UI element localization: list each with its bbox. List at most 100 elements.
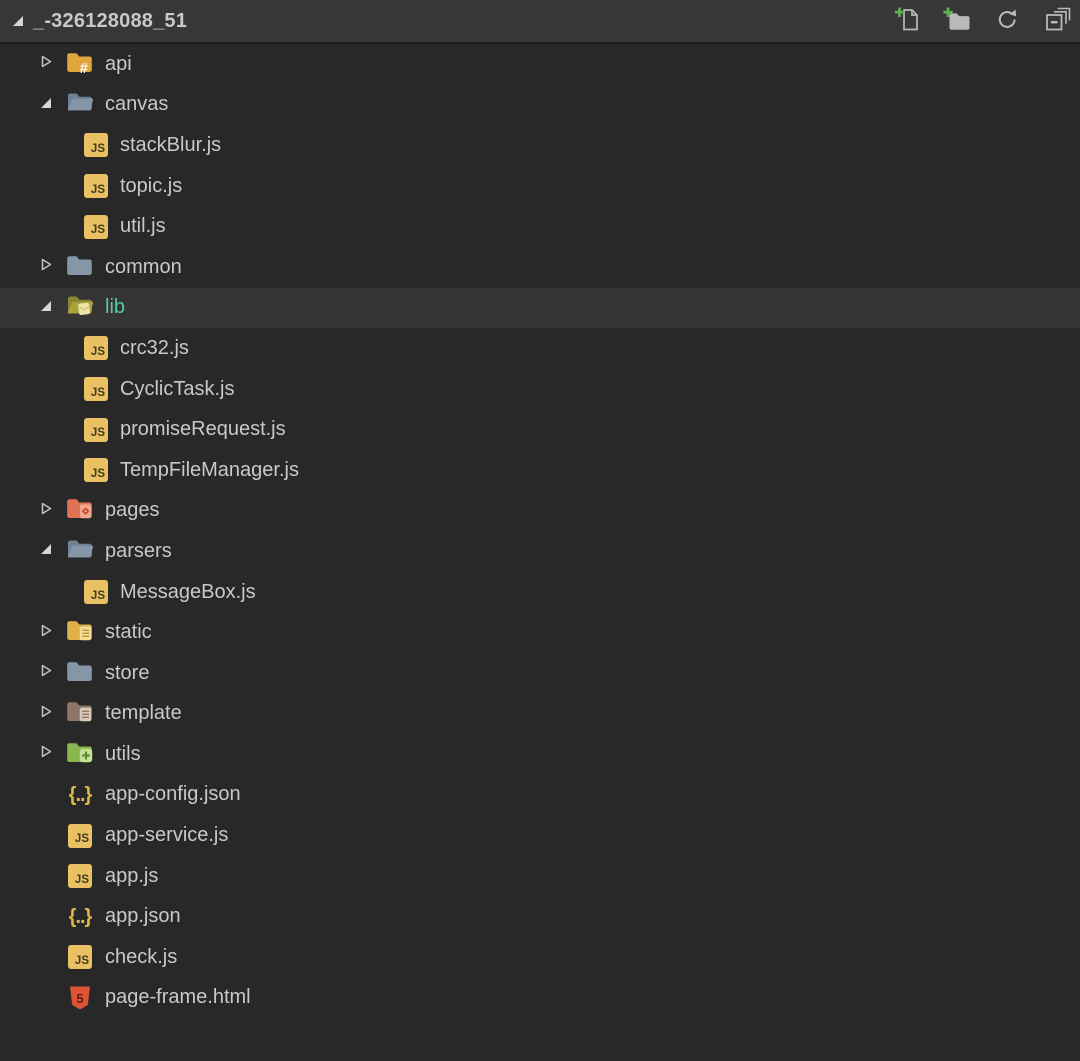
tree-item-app-js[interactable]: JS app.js — [0, 856, 1080, 897]
root-disclosure-expanded-icon[interactable] — [12, 15, 24, 27]
tree-item-label: parsers — [105, 540, 172, 563]
disclosure-collapsed-icon[interactable] — [40, 664, 52, 682]
file-tree: # api canvas JS stackBlur.js JS topic.js JS util… — [0, 44, 1080, 1018]
disclosure-slot — [34, 664, 66, 682]
tree-item-static[interactable]: static — [0, 612, 1080, 653]
tree-item-check-js[interactable]: JS check.js — [0, 937, 1080, 978]
tree-item-stackblur-js[interactable]: JS stackBlur.js — [0, 125, 1080, 166]
disclosure-collapsed-icon[interactable] — [40, 55, 52, 73]
tree-item-label: api — [105, 53, 132, 76]
disclosure-slot — [34, 502, 66, 520]
tree-item-label: promiseRequest.js — [120, 418, 286, 441]
tree-item-messagebox-js[interactable]: JS MessageBox.js — [0, 572, 1080, 613]
js-file-icon: JS — [68, 945, 92, 969]
tree-item-common[interactable]: common — [0, 247, 1080, 288]
js-file-icon: JS — [84, 458, 108, 482]
new-folder-button[interactable] — [942, 6, 972, 36]
disclosure-expanded-icon[interactable] — [40, 542, 52, 560]
folder-icon — [66, 659, 94, 688]
tree-item-util-js[interactable]: JS util.js — [0, 206, 1080, 247]
static-folder-icon — [66, 618, 94, 647]
tree-item-label: util.js — [120, 215, 166, 238]
json-file-icon: {..} — [69, 907, 92, 927]
tree-item-label: store — [105, 662, 149, 685]
js-file-icon: JS — [84, 580, 108, 604]
refresh-button[interactable] — [992, 6, 1022, 36]
disclosure-expanded-icon[interactable] — [40, 299, 52, 317]
disclosure-slot — [34, 745, 66, 763]
tree-item-label: TempFileManager.js — [120, 459, 299, 482]
js-file-icon: JS — [84, 174, 108, 198]
tree-item-tempfilemanager-js[interactable]: JS TempFileManager.js — [0, 450, 1080, 491]
disclosure-slot — [34, 96, 66, 114]
tree-item-label: MessageBox.js — [120, 581, 256, 604]
tree-item-label: template — [105, 702, 182, 725]
tree-item-utils[interactable]: utils — [0, 734, 1080, 775]
disclosure-slot — [34, 705, 66, 723]
tree-item-parsers[interactable]: parsers — [0, 531, 1080, 572]
header-actions — [892, 6, 1080, 36]
disclosure-slot — [34, 542, 66, 560]
disclosure-slot — [34, 299, 66, 317]
template-folder-icon — [66, 699, 94, 728]
open-folder-icon — [66, 537, 94, 566]
utils-folder-icon — [66, 740, 94, 769]
explorer-header[interactable]: _-326128088_51 — [0, 0, 1080, 44]
pages-folder-icon — [66, 496, 94, 525]
tree-item-label: topic.js — [120, 175, 182, 198]
js-file-icon: JS — [68, 824, 92, 848]
tree-item-api[interactable]: # api — [0, 44, 1080, 85]
disclosure-collapsed-icon[interactable] — [40, 502, 52, 520]
tree-item-pages[interactable]: pages — [0, 491, 1080, 532]
js-file-icon: JS — [68, 864, 92, 888]
collapse-all-icon — [1044, 6, 1071, 36]
disclosure-collapsed-icon[interactable] — [40, 745, 52, 763]
tree-item-page-frame-html[interactable]: 5 page-frame.html — [0, 978, 1080, 1019]
tree-item-cyclictask-js[interactable]: JSCyclicTask.js — [0, 369, 1080, 410]
disclosure-slot — [34, 258, 66, 276]
json-file-icon: {..} — [69, 785, 92, 805]
tree-item-label: crc32.js — [120, 337, 189, 360]
tree-item-label: page-frame.html — [105, 986, 251, 1009]
tree-item-template[interactable]: template — [0, 694, 1080, 735]
tree-item-topic-js[interactable]: JS topic.js — [0, 166, 1080, 207]
tree-item-app-json[interactable]: {..} app.json — [0, 896, 1080, 937]
collapse-all-button[interactable] — [1042, 6, 1072, 36]
tree-item-crc32-js[interactable]: JScrc32.js — [0, 328, 1080, 369]
folder-icon — [66, 253, 94, 282]
svg-text:#: # — [80, 61, 88, 74]
tree-item-label: app.js — [105, 865, 158, 888]
api-folder-icon: # — [66, 50, 94, 79]
tree-item-app-config-json[interactable]: {..}app-config.json — [0, 775, 1080, 816]
tree-item-lib[interactable]: lib — [0, 288, 1080, 329]
lib-open-folder-icon — [66, 293, 94, 322]
js-file-icon: JS — [84, 377, 108, 401]
tree-item-canvas[interactable]: canvas — [0, 85, 1080, 126]
js-file-icon: JS — [84, 215, 108, 239]
disclosure-expanded-icon[interactable] — [40, 96, 52, 114]
project-root-title: _-326128088_51 — [33, 10, 187, 33]
tree-item-label: pages — [105, 499, 160, 522]
tree-item-label: canvas — [105, 93, 168, 116]
js-file-icon: JS — [84, 133, 108, 157]
tree-item-app-service-js[interactable]: JSapp-service.js — [0, 815, 1080, 856]
refresh-icon — [994, 6, 1021, 36]
disclosure-slot — [34, 55, 66, 73]
disclosure-collapsed-icon[interactable] — [40, 705, 52, 723]
tree-item-label: app.json — [105, 905, 181, 928]
html-file-icon: 5 — [70, 986, 90, 1009]
disclosure-collapsed-icon[interactable] — [40, 258, 52, 276]
tree-item-store[interactable]: store — [0, 653, 1080, 694]
new-file-button[interactable] — [892, 6, 922, 36]
open-folder-icon — [66, 90, 94, 119]
tree-item-label: lib — [105, 296, 125, 319]
disclosure-collapsed-icon[interactable] — [40, 624, 52, 642]
tree-item-promiserequest-js[interactable]: JS promiseRequest.js — [0, 409, 1080, 450]
tree-item-label: common — [105, 256, 182, 279]
js-file-icon: JS — [84, 418, 108, 442]
disclosure-slot — [34, 624, 66, 642]
tree-item-label: utils — [105, 743, 141, 766]
new-folder-icon — [943, 6, 971, 36]
tree-item-label: stackBlur.js — [120, 134, 221, 157]
tree-item-label: check.js — [105, 946, 177, 969]
